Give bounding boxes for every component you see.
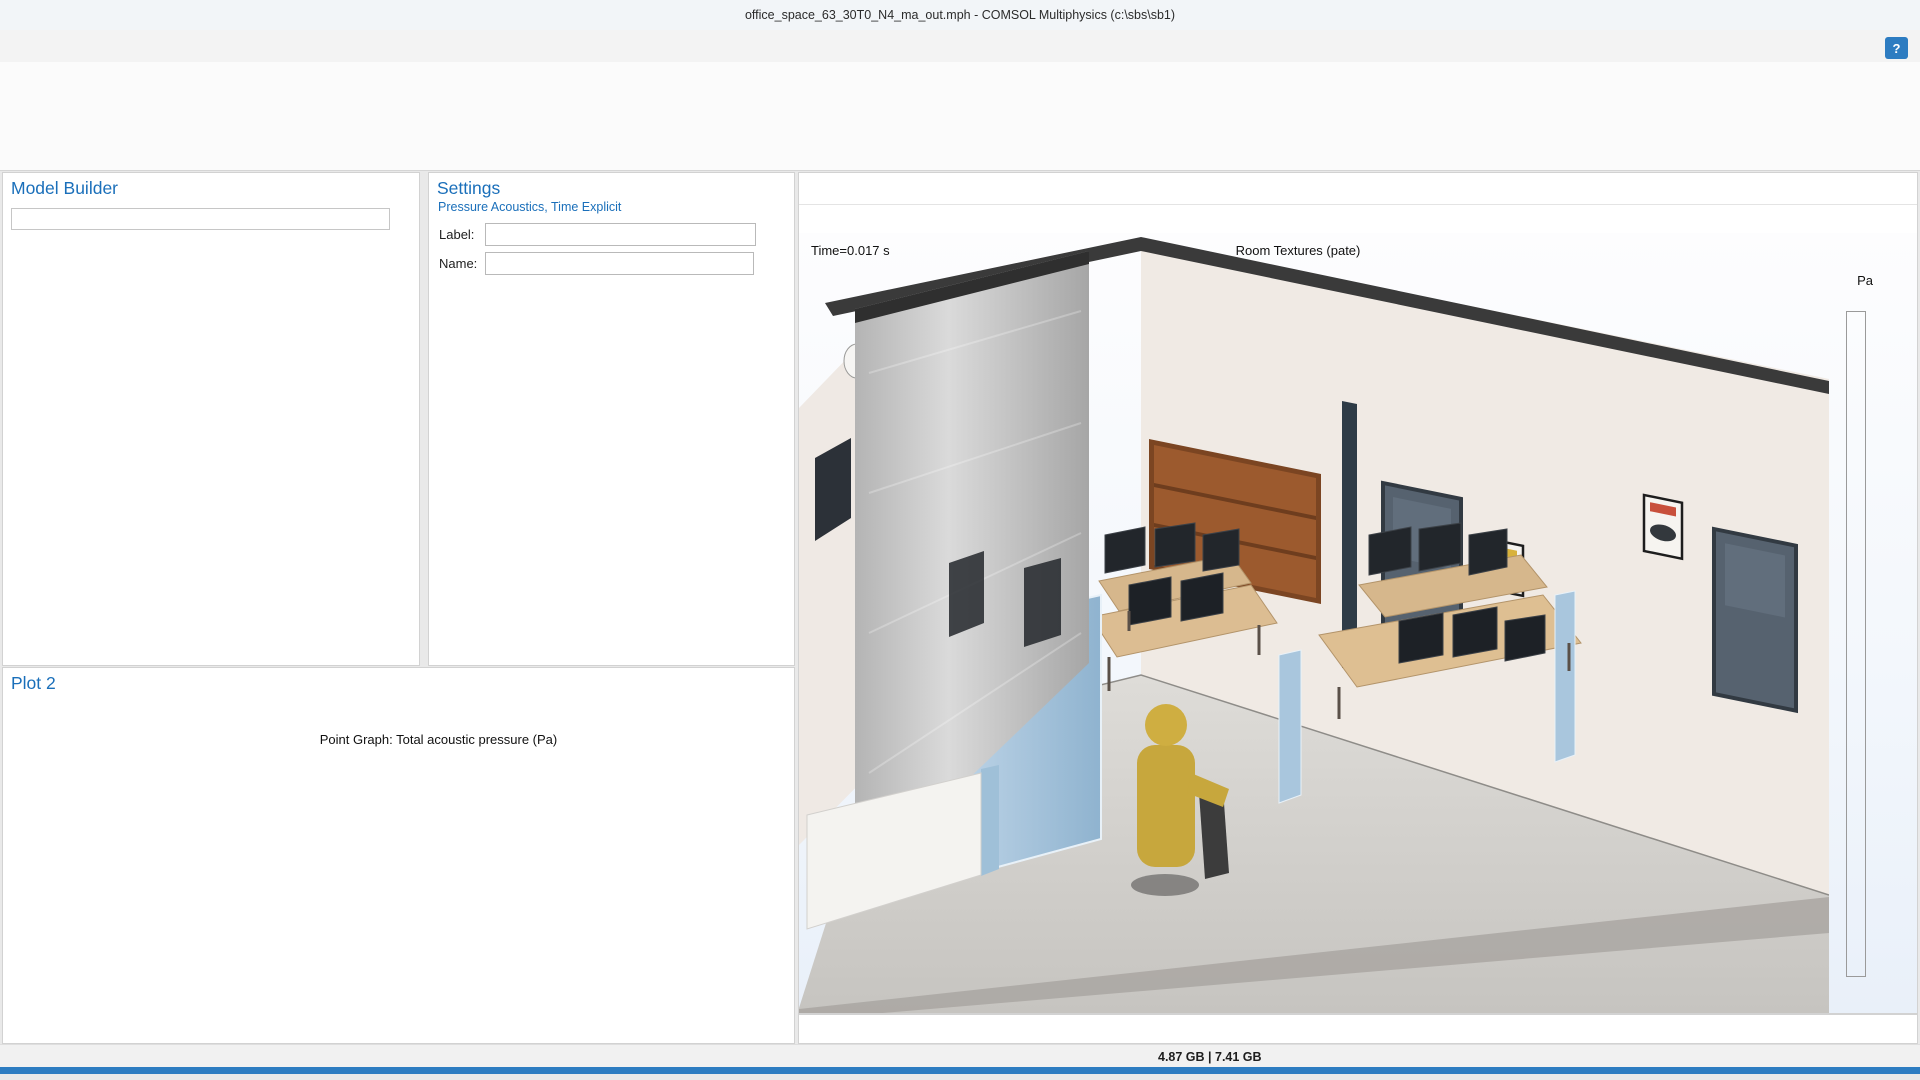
settings-title: Settings bbox=[437, 178, 501, 198]
refresh-icon[interactable] bbox=[396, 212, 411, 227]
label-field-label: Label: bbox=[439, 227, 475, 242]
ribbon-tab-bar bbox=[0, 30, 1920, 62]
graphics-canvas[interactable]: Time=0.017 s Room Textures (pate) Pa bbox=[799, 233, 1917, 1013]
chart-title: Point Graph: Total acoustic pressure (Pa… bbox=[319, 732, 558, 747]
door-2 bbox=[1712, 526, 1798, 714]
name-field-label: Name: bbox=[439, 256, 478, 271]
graphics-toolbar bbox=[799, 205, 1917, 213]
status-bar: 4.87 GB | 7.41 GB bbox=[0, 1044, 1920, 1074]
label-field[interactable] bbox=[485, 223, 756, 246]
poster-2 bbox=[1642, 493, 1684, 561]
settings-subtitle: Pressure Acoustics, Time Explicit bbox=[438, 200, 622, 214]
plot-2-panel: Plot 2 Point Graph: Total acoustic press… bbox=[2, 667, 795, 1044]
status-accent-line bbox=[0, 1067, 1920, 1074]
window-title: office_space_63_30T0_N4_ma_out.mph - COM… bbox=[744, 8, 1176, 22]
bottom-tab-bar bbox=[798, 1014, 1918, 1044]
graphics-panel: Time=0.017 s Room Textures (pate) Pa bbox=[798, 172, 1918, 1014]
memory-usage: 4.87 GB | 7.41 GB bbox=[1158, 1050, 1262, 1064]
filter-input[interactable] bbox=[11, 208, 390, 230]
rename-icon[interactable] bbox=[762, 224, 784, 246]
colorbar bbox=[1846, 311, 1866, 977]
comsol-window: office_space_63_30T0_N4_ma_out.mph - COM… bbox=[0, 0, 1920, 1080]
name-field[interactable] bbox=[485, 252, 754, 275]
ribbon bbox=[0, 62, 1920, 171]
axis-triad bbox=[827, 909, 897, 973]
graphics-tab-bar bbox=[799, 173, 1917, 205]
model-builder-toolbar bbox=[3, 200, 419, 208]
help-button[interactable]: ? bbox=[1885, 37, 1908, 59]
point-graph-chart[interactable] bbox=[3, 756, 796, 1044]
corner-panel bbox=[1342, 401, 1357, 668]
titlebar: office_space_63_30T0_N4_ma_out.mph - COM… bbox=[0, 0, 1920, 30]
settings-panel: Settings Pressure Acoustics, Time Explic… bbox=[428, 172, 795, 666]
model-builder-title: Model Builder bbox=[11, 178, 118, 198]
colorbar-unit: Pa bbox=[1857, 273, 1873, 288]
plot-2-title: Plot 2 bbox=[11, 673, 56, 693]
model-builder-panel: Model Builder bbox=[2, 172, 420, 666]
plot-2-toolbar bbox=[3, 694, 794, 700]
comsol-logo-button[interactable] bbox=[759, 730, 776, 747]
room-render[interactable] bbox=[799, 233, 1829, 1013]
